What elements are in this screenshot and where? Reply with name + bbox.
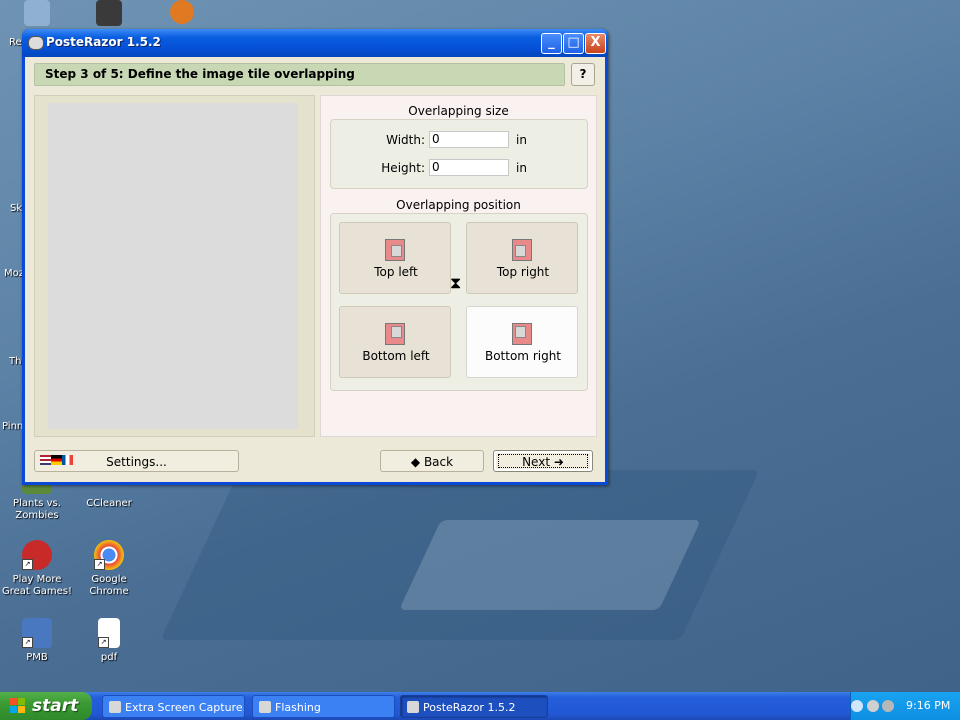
desktop-icon-label: Plants vs. Zombies bbox=[13, 498, 61, 521]
taskbar-item-posterazor[interactable]: PosteRazor 1.5.2 bbox=[400, 695, 548, 718]
overlapping-position-group: Top left Top right Bottom left Bottom ri… bbox=[330, 213, 588, 391]
desktop-icon-pdf[interactable]: ↗ pdf bbox=[72, 618, 146, 664]
next-button[interactable]: Next ➜ bbox=[493, 450, 593, 472]
desktop-icon-firefox[interactable] bbox=[145, 0, 219, 28]
hourglass-cursor-icon: ⧗ bbox=[450, 273, 462, 292]
desktop-icon-label-partial[interactable]: Sk bbox=[10, 203, 22, 214]
overlapping-size-group: Width: in Height: in bbox=[330, 119, 588, 189]
overlap-top-left-icon bbox=[385, 239, 405, 261]
next-label: Next ➜ bbox=[522, 455, 564, 469]
desktop-icon-ccleaner[interactable]: CCleaner bbox=[72, 484, 146, 510]
desktop-icon-pmb[interactable]: ↗ PMB bbox=[0, 618, 74, 664]
step-header: Step 3 of 5: Define the image tile overl… bbox=[34, 63, 565, 86]
app-icon bbox=[96, 0, 122, 26]
taskbar-item-label: PosteRazor 1.5.2 bbox=[423, 701, 516, 714]
language-flags-icon bbox=[40, 455, 74, 467]
posterazor-app-icon bbox=[407, 701, 419, 713]
maximize-icon: □ bbox=[567, 35, 580, 50]
desktop-icon-app[interactable] bbox=[72, 0, 146, 30]
desktop-icon-label-partial[interactable]: Th bbox=[9, 356, 21, 367]
windows-logo-icon bbox=[10, 698, 26, 714]
position-label: Bottom left bbox=[362, 349, 430, 363]
taskbar-clock[interactable]: 9:16 PM bbox=[906, 692, 950, 720]
minimize-button[interactable]: _ bbox=[541, 33, 562, 54]
recycle-bin-icon bbox=[24, 0, 50, 26]
position-top-right-button[interactable]: Top right bbox=[466, 222, 578, 294]
minimize-icon: _ bbox=[548, 35, 555, 50]
taskbar-item-label: Flashing bbox=[275, 701, 321, 714]
desktop-icon-label: pdf bbox=[100, 652, 118, 663]
taskbar-item-label: Extra Screen Capture... bbox=[125, 701, 245, 714]
height-label: Height: bbox=[381, 161, 425, 175]
width-input[interactable] bbox=[429, 131, 509, 148]
position-label: Top right bbox=[496, 265, 550, 279]
maximize-button[interactable]: □ bbox=[563, 33, 584, 54]
shortcut-arrow-icon: ↗ bbox=[22, 559, 33, 570]
close-icon: X bbox=[590, 35, 601, 50]
desktop-icon-label: CCleaner bbox=[86, 498, 132, 509]
window-client-area: Step 3 of 5: Define the image tile overl… bbox=[25, 57, 605, 482]
width-unit-label: in bbox=[516, 133, 527, 147]
desktop-icon-label: Play More Great Games! bbox=[1, 574, 72, 597]
window-titlebar[interactable]: PosteRazor 1.5.2 _ □ X bbox=[22, 29, 608, 57]
window-title: PosteRazor 1.5.2 bbox=[46, 35, 161, 49]
height-unit-label: in bbox=[516, 161, 527, 175]
ccleaner-icon bbox=[94, 484, 124, 494]
tray-security-icon[interactable] bbox=[882, 700, 894, 712]
google-chrome-icon: ↗ bbox=[94, 540, 124, 570]
start-button[interactable]: start bbox=[0, 692, 92, 720]
tray-expand-icon[interactable] bbox=[851, 700, 863, 712]
desktop-icon-recycle-bin[interactable] bbox=[0, 0, 74, 30]
taskbar-item-flashing[interactable]: Flashing bbox=[252, 695, 395, 718]
image-preview-area bbox=[48, 103, 298, 429]
taskbar-item-extra-screen-capture[interactable]: Extra Screen Capture... bbox=[102, 695, 245, 718]
desktop-icon-label-partial[interactable]: Re bbox=[9, 37, 22, 48]
taskbar: start Extra Screen Capture... Flashing P… bbox=[0, 692, 960, 720]
desktop-icon-label: PMB bbox=[26, 652, 48, 663]
desktop-icon-label-partial[interactable]: Moz bbox=[4, 268, 24, 279]
height-input[interactable] bbox=[429, 159, 509, 176]
desktop-icon-plants-vs-zombies[interactable]: Plants vs. Zombies bbox=[0, 484, 74, 522]
screen-capture-app-icon bbox=[109, 701, 121, 713]
shortcut-arrow-icon: ↗ bbox=[98, 637, 109, 648]
shortcut-arrow-icon: ↗ bbox=[22, 637, 33, 648]
position-top-left-button[interactable]: Top left bbox=[339, 222, 451, 294]
pdf-file-icon: ↗ bbox=[98, 618, 120, 648]
position-label: Bottom right bbox=[484, 349, 562, 363]
overlap-top-right-icon bbox=[512, 239, 532, 261]
desktop-icon-label-partial[interactable]: Pinn bbox=[2, 421, 23, 432]
desktop-icon-label: Google Chrome bbox=[89, 574, 129, 597]
settings-label: Settings... bbox=[106, 455, 167, 469]
settings-button[interactable]: Settings... bbox=[34, 450, 239, 472]
back-button[interactable]: ◆ Back bbox=[380, 450, 484, 472]
posterazor-window: PosteRazor 1.5.2 _ □ X Step 3 of 5: Defi… bbox=[22, 29, 608, 485]
start-label: start bbox=[32, 696, 79, 716]
position-bottom-right-button[interactable]: Bottom right bbox=[466, 306, 578, 378]
desktop-wallpaper-shape bbox=[399, 520, 701, 610]
tray-network-icon[interactable] bbox=[867, 700, 879, 712]
plants-vs-zombies-icon bbox=[22, 484, 52, 494]
system-tray: 9:16 PM bbox=[850, 692, 960, 720]
preview-panel bbox=[34, 95, 315, 437]
overlapping-size-title: Overlapping size bbox=[408, 104, 509, 118]
overlapping-position-title: Overlapping position bbox=[396, 198, 521, 212]
posterazor-app-icon bbox=[28, 36, 44, 50]
pmb-icon: ↗ bbox=[22, 618, 52, 648]
desktop-icon-play-more-games[interactable]: ↗ Play More Great Games! bbox=[0, 540, 74, 598]
position-bottom-left-button[interactable]: Bottom left bbox=[339, 306, 451, 378]
desktop-icon-google-chrome[interactable]: ↗ Google Chrome bbox=[72, 540, 146, 598]
flashing-app-icon bbox=[259, 701, 271, 713]
overlap-bottom-right-icon bbox=[512, 323, 532, 345]
overlap-bottom-left-icon bbox=[385, 323, 405, 345]
close-button[interactable]: X bbox=[585, 33, 606, 54]
step-title: Step 3 of 5: Define the image tile overl… bbox=[45, 67, 355, 81]
position-label: Top left bbox=[374, 265, 418, 279]
help-button[interactable]: ? bbox=[571, 63, 595, 86]
back-label: ◆ Back bbox=[410, 455, 454, 469]
width-label: Width: bbox=[386, 133, 425, 147]
shortcut-arrow-icon: ↗ bbox=[94, 559, 105, 570]
play-more-games-icon: ↗ bbox=[22, 540, 52, 570]
firefox-icon bbox=[170, 0, 194, 24]
overlapping-settings-panel: Overlapping size Width: in Height: in Ov… bbox=[320, 95, 597, 437]
